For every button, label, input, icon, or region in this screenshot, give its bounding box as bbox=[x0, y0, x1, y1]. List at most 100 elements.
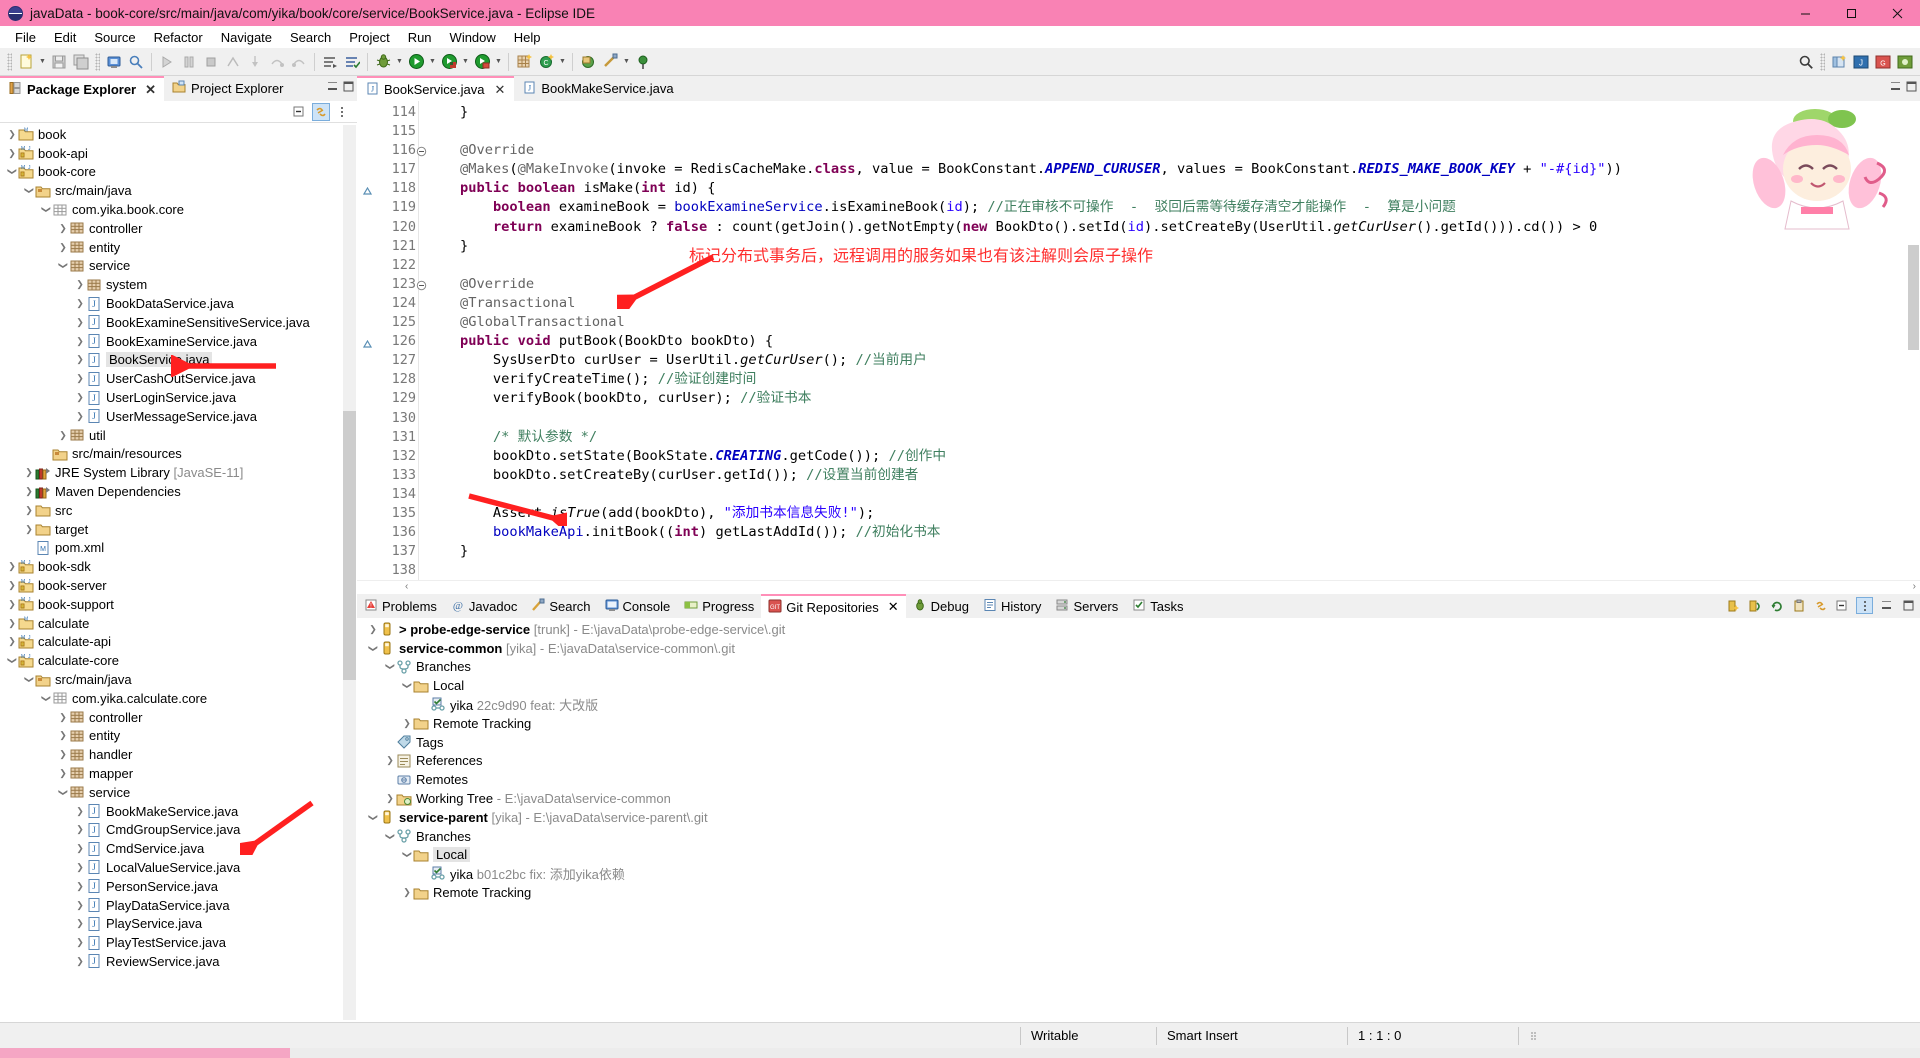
resume-icon[interactable] bbox=[156, 51, 178, 73]
collapse-all-icon[interactable] bbox=[1834, 597, 1851, 614]
search-icon[interactable] bbox=[1795, 51, 1817, 73]
editor-tab-bookmakeservice[interactable]: J BookMakeService.java bbox=[514, 76, 683, 101]
chevron-down-icon[interactable]: ❯ bbox=[7, 166, 18, 178]
code-line[interactable]: bookDto.setCreateBy(curUser.getId()); //… bbox=[419, 466, 1907, 485]
bottom-tab-debug[interactable]: Debug bbox=[906, 594, 976, 618]
git-tree-item--probe-edge-service[interactable]: ❯ > probe-edge-service [trunk] - E:\javaD… bbox=[357, 620, 1920, 639]
tree-item-book-api[interactable]: ❯ M J! book-api bbox=[0, 144, 357, 163]
menu-edit[interactable]: Edit bbox=[45, 28, 85, 47]
close-icon[interactable]: ✕ bbox=[888, 599, 899, 615]
open-type-icon[interactable] bbox=[319, 51, 341, 73]
debug-icon[interactable] bbox=[372, 51, 394, 73]
chevron-down-icon[interactable]: ❯ bbox=[368, 811, 379, 823]
tree-item-com-yika-calculate-core[interactable]: ❯ com.yika.calculate.core bbox=[0, 689, 357, 708]
tree-item-system[interactable]: ❯ system bbox=[0, 275, 357, 294]
clone-repository-icon[interactable] bbox=[1746, 597, 1763, 614]
new-class-icon[interactable]: C bbox=[535, 51, 557, 73]
status-drag-handle[interactable] bbox=[1519, 1023, 1551, 1049]
chevron-down-icon[interactable]: ❯ bbox=[58, 260, 69, 272]
code-line[interactable]: bookMakeApi.initBook((int) getLastAddId(… bbox=[419, 523, 1907, 542]
git-tree-item-branches[interactable]: ❯ Branches bbox=[357, 658, 1920, 677]
tree-item-playtestservice-java[interactable]: ❯ J PlayTestService.java bbox=[0, 933, 357, 952]
code-line[interactable]: public boolean isMake(int id) { bbox=[419, 179, 1907, 198]
code-line[interactable]: public void putBook(BookDto bookDto) { bbox=[419, 332, 1907, 351]
tree-item-pom-xml[interactable]: Mpom.xml bbox=[0, 539, 357, 558]
measure-dropdown-icon[interactable]: ▼ bbox=[621, 51, 632, 73]
git-repositories-tree[interactable]: ❯ > probe-edge-service [trunk] - E:\javaD… bbox=[357, 618, 1920, 1022]
git-tree-item-remote-tracking[interactable]: ❯ Remote Tracking bbox=[357, 714, 1920, 733]
chevron-right-icon[interactable]: ❯ bbox=[74, 843, 86, 854]
menu-refactor[interactable]: Refactor bbox=[145, 28, 212, 47]
save-all-icon[interactable] bbox=[70, 51, 92, 73]
run-external-icon[interactable] bbox=[471, 51, 493, 73]
chevron-down-icon[interactable]: ❯ bbox=[24, 185, 35, 197]
chevron-right-icon[interactable]: ❯ bbox=[23, 505, 35, 516]
minimize-view-icon[interactable] bbox=[1878, 597, 1895, 614]
git-tree-item-references[interactable]: ❯ References bbox=[357, 752, 1920, 771]
chevron-down-icon[interactable]: ❯ bbox=[41, 204, 52, 216]
external-tools-icon[interactable] bbox=[577, 51, 599, 73]
menu-source[interactable]: Source bbox=[85, 28, 144, 47]
chevron-right-icon[interactable]: ❯ bbox=[74, 918, 86, 929]
print-icon[interactable] bbox=[103, 51, 125, 73]
editor-vertical-scrollbar[interactable] bbox=[1907, 101, 1920, 580]
tree-item-service[interactable]: ❯ service bbox=[0, 257, 357, 276]
measure-icon[interactable] bbox=[599, 51, 621, 73]
terminate-icon[interactable] bbox=[200, 51, 222, 73]
code-line[interactable]: verifyBook(bookDto, curUser); //验证书本 bbox=[419, 389, 1907, 408]
tree-item-src[interactable]: ❯ src bbox=[0, 501, 357, 520]
link-selection-icon[interactable] bbox=[1812, 597, 1829, 614]
coverage-dropdown-icon[interactable]: ▼ bbox=[460, 51, 471, 73]
chevron-right-icon[interactable]: ❯ bbox=[74, 373, 86, 384]
refresh-icon[interactable] bbox=[1768, 597, 1785, 614]
bottom-tab-servers[interactable]: Servers bbox=[1048, 594, 1125, 618]
tree-item-book-core[interactable]: ❯ M J! book-core bbox=[0, 163, 357, 182]
bottom-tab-search[interactable]: Search bbox=[524, 594, 597, 618]
tree-item-book-server[interactable]: ❯ M J! book-server bbox=[0, 576, 357, 595]
chevron-right-icon[interactable]: ❯ bbox=[74, 279, 86, 290]
chevron-right-icon[interactable]: ❯ bbox=[74, 900, 86, 911]
bottom-tab-tasks[interactable]: Tasks bbox=[1125, 594, 1190, 618]
tree-item-book-support[interactable]: ❯ M J! book-support bbox=[0, 595, 357, 614]
scroll-left-icon[interactable]: ‹ bbox=[405, 581, 408, 592]
new-class-dropdown-icon[interactable]: ▼ bbox=[557, 51, 568, 73]
chevron-right-icon[interactable]: ❯ bbox=[74, 806, 86, 817]
chevron-right-icon[interactable]: ❯ bbox=[74, 862, 86, 873]
chevron-right-icon[interactable]: ❯ bbox=[401, 718, 413, 729]
chevron-right-icon[interactable]: ❯ bbox=[6, 580, 18, 591]
tree-item-mapper[interactable]: ❯ mapper bbox=[0, 764, 357, 783]
chevron-right-icon[interactable]: ❯ bbox=[6, 148, 18, 159]
close-button[interactable] bbox=[1874, 0, 1920, 26]
bottom-tab-git-repositories[interactable]: GIT Git Repositories ✕ bbox=[761, 594, 906, 618]
bottom-tab-javadoc[interactable]: @ Javadoc bbox=[444, 594, 524, 618]
close-icon[interactable]: ✕ bbox=[145, 82, 156, 98]
tree-item-target[interactable]: ❯ target bbox=[0, 520, 357, 539]
code-line[interactable]: verifyCreateTime(); //验证创建时间 bbox=[419, 370, 1907, 389]
chevron-right-icon[interactable]: ❯ bbox=[6, 129, 18, 140]
tree-item-usermessageservice-java[interactable]: ❯ J UserMessageService.java bbox=[0, 407, 357, 426]
tree-item-bookexamineservice-java[interactable]: ❯ J BookExamineService.java bbox=[0, 332, 357, 351]
git-tree-item-local[interactable]: ❯ Local bbox=[357, 676, 1920, 695]
quick-access-icon[interactable] bbox=[125, 51, 147, 73]
debug-perspective-icon[interactable] bbox=[1894, 51, 1916, 73]
bottom-tab-history[interactable]: History bbox=[976, 594, 1048, 618]
tree-item-maven-dependencies[interactable]: ❯ Maven Dependencies bbox=[0, 482, 357, 501]
open-task-icon[interactable] bbox=[341, 51, 363, 73]
view-menu-icon[interactable] bbox=[333, 103, 351, 121]
code-line[interactable] bbox=[419, 485, 1907, 504]
chevron-down-icon[interactable]: ❯ bbox=[41, 692, 52, 704]
tree-item-playdataservice-java[interactable]: ❯ J PlayDataService.java bbox=[0, 896, 357, 915]
bottom-tab-console[interactable]: Console bbox=[598, 594, 678, 618]
tree-item-book[interactable]: ❯ Mbook bbox=[0, 125, 357, 144]
tree-item-playservice-java[interactable]: ❯ J PlayService.java bbox=[0, 914, 357, 933]
minimize-editor-icon[interactable] bbox=[1890, 81, 1901, 95]
new-wizard-icon[interactable] bbox=[15, 51, 37, 73]
git-tree-item-yika[interactable]: yika 22c9d90 feat: 大改版 bbox=[357, 695, 1920, 714]
code-line[interactable] bbox=[419, 122, 1907, 141]
chevron-right-icon[interactable]: ❯ bbox=[57, 430, 69, 441]
git-tree-item-remote-tracking[interactable]: ❯ Remote Tracking bbox=[357, 883, 1920, 902]
close-icon[interactable]: ✕ bbox=[494, 82, 505, 98]
tree-item-localvalueservice-java[interactable]: ❯ J LocalValueService.java bbox=[0, 858, 357, 877]
chevron-right-icon[interactable]: ❯ bbox=[74, 317, 86, 328]
tree-item-personservice-java[interactable]: ❯ J PersonService.java bbox=[0, 877, 357, 896]
